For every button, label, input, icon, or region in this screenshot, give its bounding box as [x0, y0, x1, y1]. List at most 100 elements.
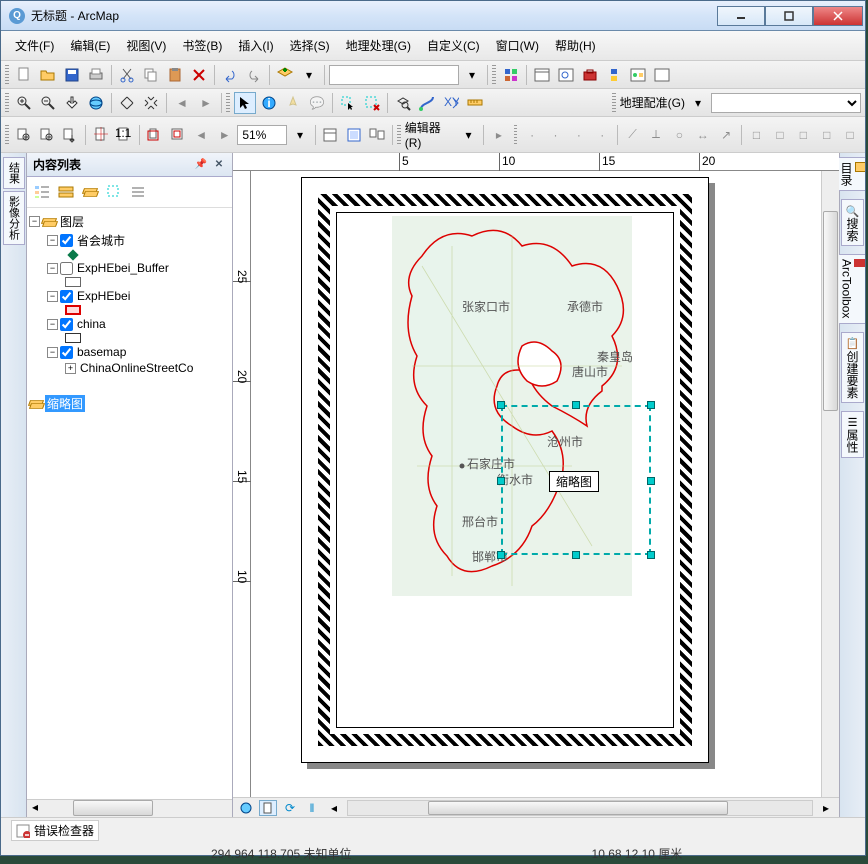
layer1-checkbox[interactable] [60, 262, 73, 275]
menu-windows[interactable]: 窗口(W) [492, 35, 543, 56]
layer0-symbol-icon[interactable] [67, 249, 78, 260]
georef-layer-select[interactable] [711, 93, 861, 113]
layer2-checkbox[interactable] [60, 290, 73, 303]
layout-fixed-zoomin-icon[interactable] [144, 124, 165, 146]
hscroll-right-icon[interactable]: ▸ [817, 800, 835, 816]
layout-fixed-zoomout-icon[interactable] [167, 124, 188, 146]
pause-icon[interactable]: ‖ [303, 800, 321, 816]
select-features-icon[interactable] [337, 92, 359, 114]
layer0-checkbox[interactable] [60, 234, 73, 247]
sel-handle-se[interactable] [647, 551, 655, 559]
list-by-visibility-icon[interactable] [79, 181, 101, 203]
identify-icon[interactable]: i [258, 92, 280, 114]
list-by-selection-icon[interactable] [103, 181, 125, 203]
sel-handle-sw[interactable] [497, 551, 505, 559]
tab-imagery[interactable]: 影像分析 [3, 191, 25, 245]
modelbuilder-icon[interactable] [627, 64, 649, 86]
layer2-symbol-icon[interactable] [65, 305, 81, 315]
toc-pin-icon[interactable]: 📌 [194, 158, 208, 172]
expand-layer0-icon[interactable]: − [47, 235, 58, 246]
maximize-button[interactable] [765, 6, 813, 26]
list-by-drawing-icon[interactable] [31, 181, 53, 203]
paste-icon[interactable] [164, 64, 186, 86]
layer3-checkbox[interactable] [60, 318, 73, 331]
vscroll-thumb[interactable] [823, 211, 838, 411]
layout-pan-icon[interactable] [60, 124, 81, 146]
menu-help[interactable]: 帮助(H) [551, 35, 600, 56]
tab-create[interactable]: 📋创建要素 [841, 332, 864, 403]
menu-file[interactable]: 文件(F) [11, 35, 58, 56]
close-button[interactable] [813, 6, 863, 26]
sel-handle-e[interactable] [647, 477, 655, 485]
editor-toolbar-icon[interactable] [500, 64, 522, 86]
menu-edit[interactable]: 编辑(E) [66, 35, 114, 56]
zoom-out-icon[interactable] [37, 92, 59, 114]
find-icon[interactable] [392, 92, 414, 114]
goto-xy-icon[interactable]: XY [440, 92, 462, 114]
fixed-zoom-out-icon[interactable] [140, 92, 162, 114]
georef-label[interactable]: 地理配准(G) [620, 94, 685, 111]
toggle-draft-icon[interactable] [320, 124, 341, 146]
layout-view-icon[interactable] [259, 800, 277, 816]
fixed-zoom-in-icon[interactable] [116, 92, 138, 114]
python-icon[interactable] [603, 64, 625, 86]
tab-attrs[interactable]: ☰属性 [841, 411, 864, 458]
toolbar-grip[interactable] [5, 65, 9, 85]
redo-icon[interactable] [243, 64, 265, 86]
expand-layer2-icon[interactable]: − [47, 291, 58, 302]
clear-selection-icon[interactable] [361, 92, 383, 114]
layout-canvas[interactable]: 张家口市 承德市 秦皇岛市 唐山市 石家庄市 衡水市 沧州市 邢台市 邯郸市 [251, 171, 821, 797]
tab-search[interactable]: 🔍搜索 [841, 199, 864, 246]
sel-handle-w[interactable] [497, 477, 505, 485]
toc-hscroll-thumb[interactable] [73, 800, 153, 816]
toc-root[interactable]: 图层 [58, 213, 86, 230]
print-icon[interactable] [85, 64, 107, 86]
sel-handle-ne[interactable] [647, 401, 655, 409]
change-layout-icon[interactable] [366, 124, 387, 146]
pan-icon[interactable] [61, 92, 83, 114]
editor-label[interactable]: 编辑器(R) [405, 119, 456, 150]
horizontal-scrollbar[interactable] [347, 800, 813, 816]
layer4-label[interactable]: basemap [75, 345, 128, 359]
layer5-label[interactable]: ChinaOnlineStreetCo [78, 361, 195, 375]
menu-customize[interactable]: 自定义(C) [423, 35, 484, 56]
copy-icon[interactable] [140, 64, 162, 86]
tab-results[interactable]: 结果 [3, 157, 25, 189]
toc-close-icon[interactable]: ✕ [212, 158, 226, 172]
layout-zoom-in-icon[interactable] [13, 124, 34, 146]
tab-catalog[interactable]: 目录 [835, 157, 865, 191]
full-extent-icon[interactable] [85, 92, 107, 114]
tab-toolbox[interactable]: ArcToolbox [837, 254, 866, 323]
save-icon[interactable] [61, 64, 83, 86]
undo-icon[interactable] [219, 64, 241, 86]
data-view-icon[interactable] [237, 800, 255, 816]
sel-handle-s[interactable] [572, 551, 580, 559]
toc-hscroll[interactable]: ◂ [27, 799, 232, 817]
refresh-icon[interactable]: ⟳ [281, 800, 299, 816]
zoom-in-icon[interactable] [13, 92, 35, 114]
menu-insert[interactable]: 插入(I) [234, 35, 277, 56]
layer1-symbol-icon[interactable] [65, 277, 81, 287]
find-route-icon[interactable] [416, 92, 438, 114]
menu-selection[interactable]: 选择(S) [286, 35, 334, 56]
scale-input[interactable] [329, 65, 459, 85]
toc-options-icon[interactable] [127, 181, 149, 203]
hscroll-thumb[interactable] [428, 801, 728, 815]
toolbox-icon[interactable] [579, 64, 601, 86]
measure-icon[interactable] [464, 92, 486, 114]
zoom-whole-page-icon[interactable] [90, 124, 111, 146]
layout-zoom-dropdown-icon[interactable]: ▾ [289, 124, 310, 146]
focus-dataframe-icon[interactable] [343, 124, 364, 146]
vertical-scrollbar[interactable] [821, 171, 839, 797]
sel-handle-nw[interactable] [497, 401, 505, 409]
layout-zoom-out-icon[interactable] [36, 124, 57, 146]
expand-layer1-icon[interactable]: − [47, 263, 58, 274]
list-by-source-icon[interactable] [55, 181, 77, 203]
results-window-icon[interactable] [651, 64, 673, 86]
toc-overview[interactable]: 缩略图 [45, 395, 85, 412]
layer1-label[interactable]: ExpHEbei_Buffer [75, 261, 171, 275]
expand-sublayer-icon[interactable]: + [65, 363, 76, 374]
add-data-dropdown-icon[interactable]: ▾ [298, 64, 320, 86]
layer3-label[interactable]: china [75, 317, 108, 331]
expand-layer3-icon[interactable]: − [47, 319, 58, 330]
